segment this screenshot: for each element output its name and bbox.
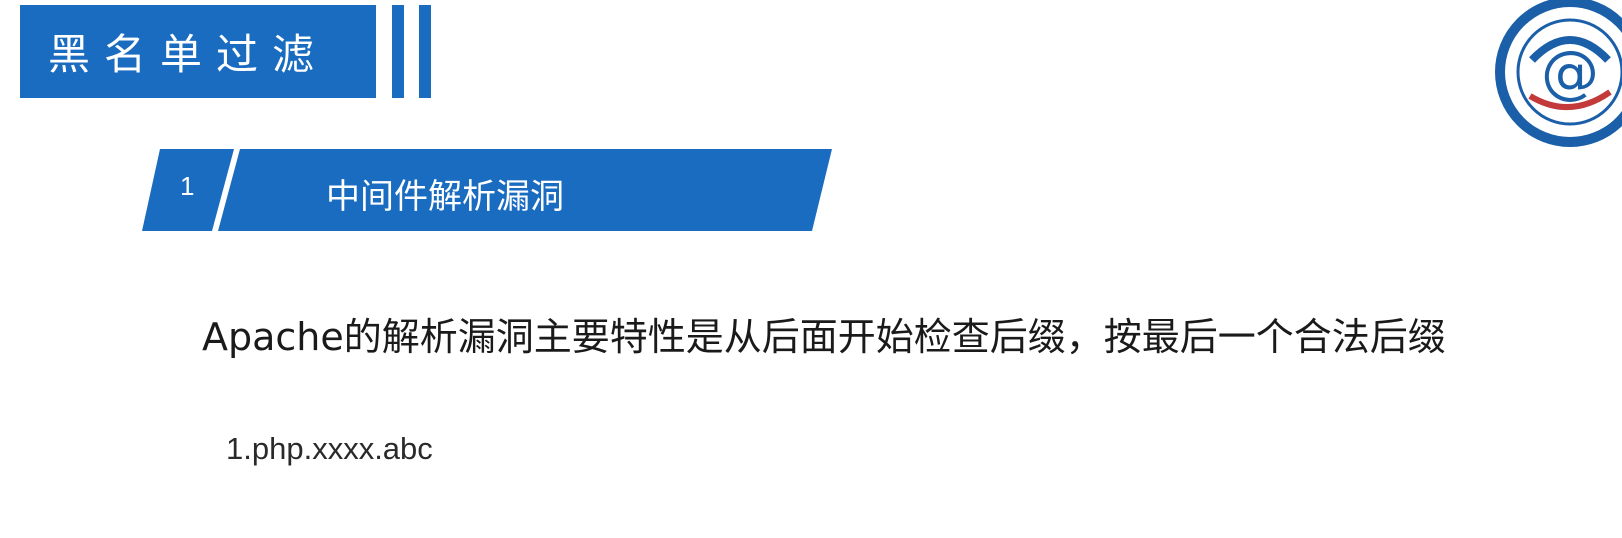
title-banner: 黑名单过滤 — [20, 5, 376, 98]
slide: 黑名单过滤 1 中间件解析漏洞 Apache的解析漏洞主要特性是从后面开始检查后… — [0, 0, 1622, 538]
svg-text:@: @ — [1541, 38, 1599, 106]
page-title: 黑名单过滤 — [48, 30, 329, 79]
section-heading: 1 中间件解析漏洞 — [142, 149, 832, 231]
title-accent-bar — [419, 5, 431, 98]
description-text: Apache的解析漏洞主要特性是从后面开始检查后缀，按最后一个合法后缀 — [202, 315, 1446, 359]
title-accent-bar — [392, 5, 404, 98]
university-seal-icon: @ — [1492, 0, 1622, 150]
section-title: 中间件解析漏洞 — [326, 177, 564, 217]
example-filename: 1.php.xxxx.abc — [226, 431, 433, 466]
section-number: 1 — [180, 171, 195, 201]
